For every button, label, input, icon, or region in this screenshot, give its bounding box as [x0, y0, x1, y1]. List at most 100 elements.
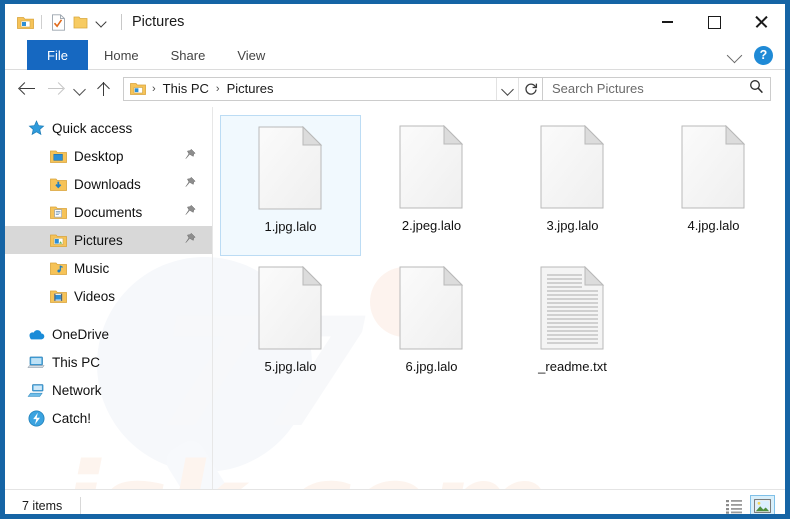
sidebar-item-quick-access[interactable]: Quick access	[5, 114, 212, 142]
title-separator	[121, 14, 122, 30]
large-icons-view-button[interactable]	[750, 494, 775, 514]
pin-icon-downloads[interactable]	[184, 176, 196, 192]
pin-icon-desktop[interactable]	[184, 148, 196, 164]
this-pc-icon	[27, 353, 45, 371]
network-icon	[27, 381, 45, 399]
window-title: Pictures	[132, 14, 185, 30]
refresh-icon[interactable]	[518, 77, 542, 100]
file-item[interactable]: 6.jpg.lalo	[361, 256, 502, 397]
breadcrumb-item-pictures[interactable]: Pictures	[223, 81, 278, 96]
blank-file-icon	[399, 124, 464, 209]
status-bar: 7 items	[5, 489, 785, 514]
tab-share[interactable]: Share	[155, 40, 222, 70]
maximize-button[interactable]	[691, 4, 738, 40]
folder-desktop-icon	[49, 147, 67, 165]
back-button[interactable]	[13, 75, 41, 103]
sidebar-label-this-pc: This PC	[52, 354, 101, 370]
file-name: 3.jpg.lalo	[546, 218, 599, 233]
recent-locations-chevron-icon[interactable]	[69, 75, 89, 103]
file-name: 4.jpg.lalo	[687, 218, 740, 233]
ribbon-tab-bar: File Home Share View ?	[5, 40, 785, 70]
customize-qat-chevron-icon[interactable]	[91, 11, 113, 33]
close-button[interactable]	[738, 4, 785, 40]
breadcrumb-separator-0: ›	[152, 82, 156, 95]
sidebar-item-catch[interactable]: Catch!	[5, 404, 212, 432]
sidebar-item-desktop[interactable]: Desktop	[5, 142, 212, 170]
search-icon[interactable]	[749, 79, 764, 99]
blank-file-icon	[258, 265, 323, 350]
sidebar-item-music[interactable]: Music	[5, 254, 212, 282]
sidebar-item-downloads[interactable]: Downloads	[5, 170, 212, 198]
sidebar-item-pictures[interactable]: Pictures	[5, 226, 212, 254]
minimize-button[interactable]	[644, 4, 691, 40]
sidebar-label-videos: Videos	[74, 288, 116, 304]
navigation-bar: › This PC › Pictures	[5, 70, 785, 107]
folder-documents-icon	[49, 203, 67, 221]
sidebar-item-network[interactable]: Network	[5, 376, 212, 404]
search-input[interactable]	[552, 81, 749, 96]
sidebar-label-quick-access: Quick access	[52, 120, 133, 136]
breadcrumb-item-this-pc[interactable]: This PC	[159, 81, 213, 96]
qat-separator-1	[41, 15, 42, 29]
pin-icon-documents[interactable]	[184, 204, 196, 220]
sidebar-label-downloads: Downloads	[74, 176, 141, 192]
file-item[interactable]: 1.jpg.lalo	[220, 115, 361, 256]
blank-file-icon	[258, 125, 323, 210]
properties-folder-icon[interactable]	[14, 11, 36, 33]
sidebar-item-this-pc[interactable]: This PC	[5, 348, 212, 376]
file-item[interactable]: 5.jpg.lalo	[220, 256, 361, 397]
file-name: 6.jpg.lalo	[405, 359, 458, 374]
file-name: 2.jpeg.lalo	[401, 218, 462, 233]
file-item[interactable]: 2.jpeg.lalo	[361, 115, 502, 256]
sidebar-item-documents[interactable]: Documents	[5, 198, 212, 226]
tab-view[interactable]: View	[221, 40, 281, 70]
breadcrumb-separator-1: ›	[215, 82, 220, 95]
folder-pictures-icon	[49, 231, 67, 249]
file-item[interactable]: 3.jpg.lalo	[502, 115, 643, 256]
tab-home[interactable]: Home	[88, 40, 155, 70]
navigation-pane: Quick access Desktop Downloads Documents…	[5, 107, 213, 489]
sidebar-item-onedrive[interactable]: OneDrive	[5, 320, 212, 348]
blank-file-icon	[399, 265, 464, 350]
file-list-pane[interactable]: 1.jpg.lalo 2.jpeg.lalo 3.jpg.lalo 4.jpg.…	[213, 107, 785, 489]
folder-videos-icon	[49, 287, 67, 305]
sidebar-label-music: Music	[74, 260, 110, 276]
star-icon	[27, 119, 45, 137]
sidebar-label-desktop: Desktop	[74, 148, 124, 164]
forward-button[interactable]	[41, 75, 69, 103]
file-name: 5.jpg.lalo	[264, 359, 317, 374]
properties-checkbox-icon[interactable]	[47, 11, 69, 33]
breadcrumb-folder-icon	[129, 80, 147, 98]
file-name: _readme.txt	[538, 359, 607, 374]
folder-music-icon	[49, 259, 67, 277]
minimize-ribbon-chevron-icon[interactable]	[722, 42, 748, 68]
details-view-button[interactable]	[721, 495, 746, 515]
sidebar-label-catch: Catch!	[52, 410, 92, 426]
pin-icon-pictures[interactable]	[184, 232, 196, 248]
blank-file-icon	[681, 124, 746, 209]
file-name: 1.jpg.lalo	[264, 219, 317, 234]
sidebar-label-network: Network	[52, 382, 102, 398]
title-bar: Pictures	[5, 4, 785, 40]
up-button[interactable]	[89, 75, 117, 103]
catch-app-icon	[27, 409, 45, 427]
sidebar-label-onedrive: OneDrive	[52, 326, 110, 342]
new-folder-icon[interactable]	[69, 11, 91, 33]
search-box[interactable]	[543, 76, 771, 101]
explorer-window: Pictures File Home Share View ? › This P…	[0, 0, 790, 519]
address-dropdown-chevron-icon[interactable]	[496, 77, 518, 100]
file-item[interactable]: 4.jpg.lalo	[643, 115, 784, 256]
sidebar-item-videos[interactable]: Videos	[5, 282, 212, 310]
onedrive-cloud-icon	[27, 325, 45, 343]
file-item[interactable]: _readme.txt	[502, 256, 643, 397]
tab-file[interactable]: File	[27, 40, 88, 70]
status-divider	[80, 497, 82, 514]
breadcrumb: › This PC › Pictures	[124, 80, 496, 98]
view-buttons	[721, 490, 775, 514]
help-button[interactable]: ?	[754, 45, 773, 65]
folder-downloads-icon	[49, 175, 67, 193]
blank-file-icon	[540, 124, 605, 209]
sidebar-label-documents: Documents	[74, 204, 143, 220]
address-bar[interactable]: › This PC › Pictures	[123, 76, 543, 101]
explorer-body: 77 isk.com Quick access Desktop Download…	[5, 107, 785, 514]
